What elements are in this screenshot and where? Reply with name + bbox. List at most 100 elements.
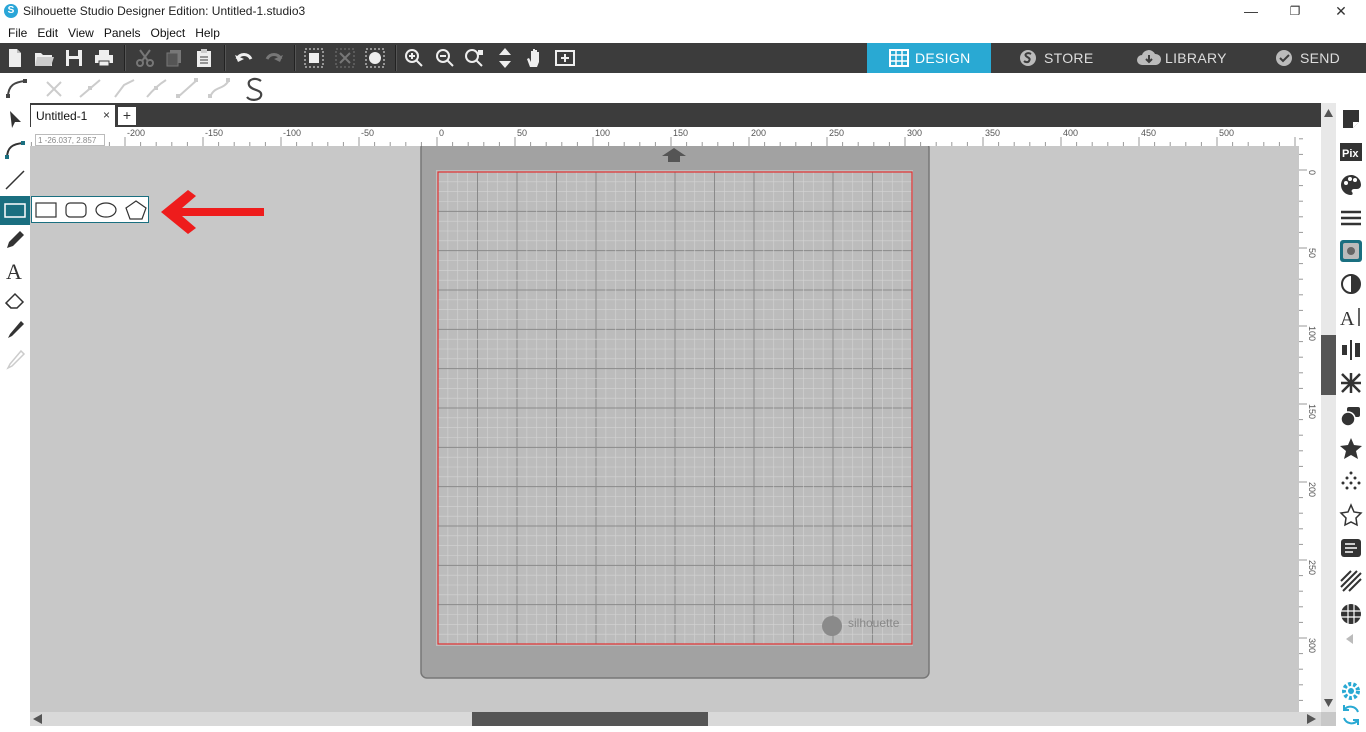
silhouette-s-icon (1020, 50, 1036, 66)
text-style-icon[interactable]: A (1339, 305, 1363, 329)
app-logo-icon: S (4, 4, 18, 18)
scroll-down-icon[interactable] (1324, 699, 1333, 707)
sync-icon[interactable] (1339, 703, 1363, 727)
ruler-h-label: -150 (205, 128, 223, 138)
document-tab[interactable]: Untitled-1 × (31, 105, 115, 127)
nesting-icon[interactable] (1339, 602, 1363, 626)
zoom-out-icon[interactable] (434, 47, 456, 69)
sketch-hatch-icon[interactable] (1339, 569, 1363, 593)
vertical-scrollbar[interactable] (1321, 103, 1336, 712)
copy-icon[interactable] (163, 47, 185, 69)
redo-icon[interactable] (263, 47, 285, 69)
mat-brand-label: silhouette (848, 616, 900, 630)
fill-color-icon[interactable] (364, 47, 386, 69)
menu-help[interactable]: Help (190, 23, 225, 43)
ruler-h-label: 250 (829, 128, 844, 138)
select-arrow-icon[interactable] (3, 108, 27, 132)
tab-store[interactable]: STORE (996, 43, 1120, 73)
eraser-icon[interactable] (3, 288, 27, 312)
ruler-h-label: 50 (517, 128, 527, 138)
paste-icon[interactable] (193, 47, 215, 69)
tab-store-label: STORE (1044, 50, 1094, 66)
pencil-icon[interactable] (3, 228, 27, 252)
replicate-icon[interactable] (1339, 371, 1363, 395)
ruler-h-label: -50 (361, 128, 374, 138)
curve-point-icon[interactable] (5, 77, 29, 99)
fit-to-page-icon[interactable] (554, 47, 576, 69)
group-icon[interactable] (303, 47, 325, 69)
checkmark-icon (1276, 50, 1292, 66)
make-line-icon[interactable] (175, 77, 199, 99)
shape-tool-active[interactable] (0, 196, 30, 225)
rectangle-shape-icon[interactable] (35, 202, 57, 218)
svg-text:Pix: Pix (1342, 148, 1359, 160)
ungroup-icon[interactable] (334, 47, 356, 69)
tab-send-label: SEND (1300, 50, 1341, 66)
menu-edit[interactable]: Edit (32, 23, 63, 43)
line-tool-icon[interactable] (3, 168, 27, 192)
star-outline-icon[interactable] (1339, 503, 1363, 527)
close-window-button[interactable]: ✕ (1318, 0, 1364, 23)
text-tool-icon[interactable]: A (3, 258, 27, 282)
page-setup-icon[interactable] (1339, 107, 1363, 131)
print-icon[interactable] (93, 47, 115, 69)
horizontal-scrollbar[interactable] (30, 712, 1321, 726)
rectangle-tool-icon (4, 203, 26, 218)
menu-view[interactable]: View (63, 23, 99, 43)
color-palette-icon[interactable] (1339, 173, 1363, 197)
edit-points-icon[interactable] (3, 138, 27, 162)
zoom-fit-icon[interactable] (463, 47, 485, 69)
undo-icon[interactable] (233, 47, 255, 69)
fill-gradient-icon[interactable] (1339, 272, 1363, 296)
open-folder-icon[interactable] (33, 47, 55, 69)
scroll-left-icon[interactable] (33, 714, 42, 724)
restore-button[interactable]: ❐ (1272, 0, 1318, 23)
minimize-button[interactable]: — (1228, 0, 1274, 23)
toolbar-separator (294, 45, 296, 71)
rounded-rectangle-shape-icon[interactable] (65, 202, 87, 218)
smooth-point-icon[interactable] (144, 77, 168, 99)
trace-dots-icon[interactable] (1339, 470, 1363, 494)
panel-collapse-icon[interactable] (1344, 633, 1356, 645)
tab-library[interactable]: LIBRARY (1118, 43, 1242, 73)
polygon-shape-icon[interactable] (125, 200, 147, 220)
new-file-icon[interactable] (4, 47, 26, 69)
corner-point-icon[interactable] (112, 77, 136, 99)
align-icon[interactable] (1339, 338, 1363, 362)
line-style-icon[interactable] (1339, 206, 1363, 230)
modify-icon[interactable] (1339, 404, 1363, 428)
menu-object[interactable]: Object (146, 23, 191, 43)
eyedropper-icon[interactable] (3, 348, 27, 372)
scroll-right-icon[interactable] (1307, 714, 1316, 724)
send-to-library-icon[interactable] (1339, 536, 1363, 560)
menu-panels[interactable]: Panels (99, 23, 146, 43)
tab-library-label: LIBRARY (1165, 50, 1227, 66)
scroll-up-icon[interactable] (1324, 109, 1333, 117)
insert-point-icon[interactable] (78, 77, 102, 99)
horizontal-scroll-thumb[interactable] (472, 712, 708, 726)
add-tab-button[interactable]: + (118, 107, 136, 125)
close-tab-icon[interactable]: × (103, 108, 110, 122)
shape-flyout (31, 196, 149, 223)
delete-point-icon[interactable] (44, 79, 64, 99)
menu-file[interactable]: File (3, 23, 32, 43)
pan-hand-icon[interactable] (524, 47, 546, 69)
pixscan-icon[interactable]: Pix (1339, 140, 1363, 164)
move-page-icon[interactable] (494, 47, 516, 69)
ruler-h-label: -100 (283, 128, 301, 138)
ruler-v-label: 250 (1307, 560, 1317, 575)
save-icon[interactable] (63, 47, 85, 69)
tab-design[interactable]: DESIGN (867, 43, 991, 73)
cut-icon[interactable] (134, 47, 156, 69)
ellipse-shape-icon[interactable] (95, 202, 117, 218)
offset-star-icon[interactable] (1339, 437, 1363, 461)
make-curve-icon[interactable] (207, 77, 231, 99)
toolbar-separator (395, 45, 397, 71)
fill-pattern-icon[interactable] (1339, 239, 1363, 263)
vertical-scroll-thumb[interactable] (1321, 335, 1336, 395)
settings-gear-icon[interactable] (1339, 679, 1363, 703)
zoom-in-icon[interactable] (403, 47, 425, 69)
tab-send[interactable]: SEND (1252, 43, 1366, 73)
knife-icon[interactable] (3, 318, 27, 342)
simplify-icon[interactable] (242, 76, 268, 102)
